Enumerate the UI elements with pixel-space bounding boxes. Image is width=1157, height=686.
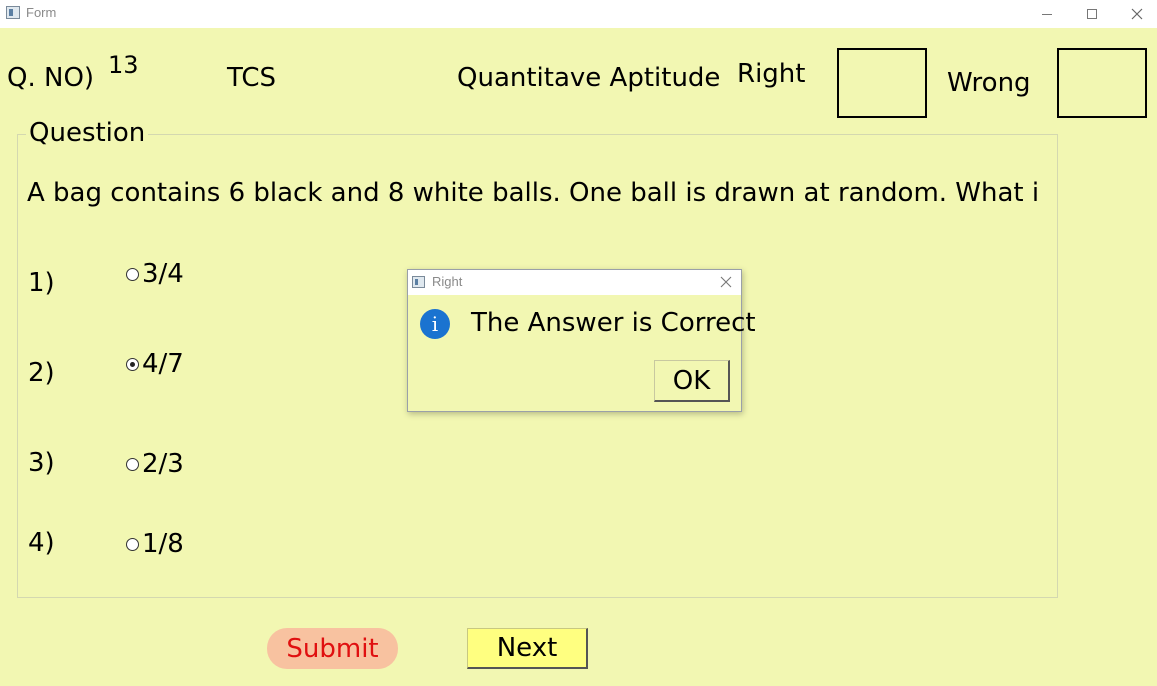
maximize-icon	[1087, 9, 1097, 19]
topic-label: Quantitave Aptitude	[457, 63, 721, 93]
option-4-radio[interactable]: 1/8	[126, 529, 184, 559]
question-text: A bag contains 6 black and 8 white balls…	[27, 178, 1039, 208]
window-app-icon	[6, 6, 20, 19]
option-4-label: 1/8	[142, 529, 184, 559]
dialog-app-icon	[412, 276, 425, 288]
maximize-button[interactable]	[1069, 0, 1115, 28]
option-number-4: 4)	[28, 528, 55, 558]
ok-button[interactable]: OK	[654, 360, 730, 402]
right-count-label: Right	[737, 59, 806, 89]
window-titlebar: Form	[0, 0, 1157, 28]
dialog-message: The Answer is Correct	[471, 308, 756, 338]
radio-unchecked-icon	[126, 267, 139, 281]
next-button[interactable]: Next	[467, 628, 588, 669]
window-title: Form	[26, 5, 57, 20]
question-number-value: 13	[108, 51, 139, 79]
option-2-radio[interactable]: 4/7	[126, 349, 184, 379]
option-3-label: 2/3	[142, 449, 184, 479]
dialog-close-icon[interactable]	[719, 275, 733, 289]
option-number-2: 2)	[28, 358, 55, 388]
company-label: TCS	[227, 63, 277, 93]
question-number-label: Q. NO)	[7, 63, 95, 93]
close-icon	[1131, 8, 1143, 20]
option-3-radio[interactable]: 2/3	[126, 449, 184, 479]
option-1-radio[interactable]: 3/4	[126, 259, 184, 289]
radio-unchecked-icon	[126, 537, 139, 551]
message-dialog: Right i The Answer is Correct OK	[407, 269, 756, 412]
minimize-button[interactable]	[1024, 0, 1070, 28]
option-2-label: 4/7	[142, 349, 184, 379]
close-button[interactable]	[1114, 0, 1157, 28]
radio-unchecked-icon	[126, 457, 139, 471]
option-number-3: 3)	[28, 448, 55, 478]
wrong-count-label: Wrong	[947, 68, 1031, 98]
question-group-title: Question	[26, 118, 149, 148]
submit-button[interactable]: Submit	[267, 628, 398, 669]
right-count-box	[837, 48, 927, 118]
radio-checked-icon	[126, 357, 139, 371]
wrong-count-box	[1057, 48, 1147, 118]
option-number-1: 1)	[28, 268, 55, 298]
dialog-title: Right	[432, 274, 463, 289]
dialog-titlebar: Right	[408, 270, 741, 295]
minimize-icon	[1042, 13, 1052, 15]
option-1-label: 3/4	[142, 259, 184, 289]
info-icon: i	[420, 309, 450, 339]
